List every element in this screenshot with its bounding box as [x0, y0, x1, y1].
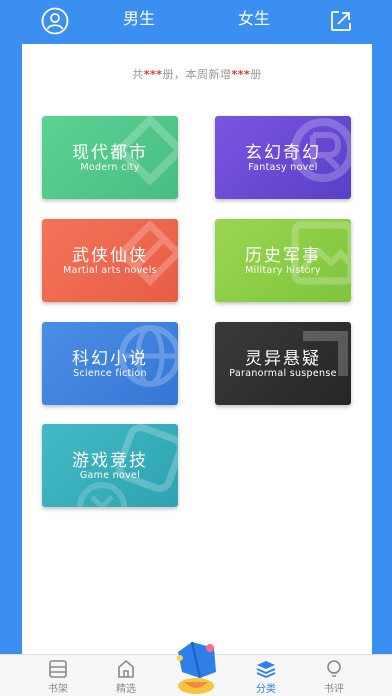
stats-middle: 册，本周新增: [162, 68, 232, 81]
category-panel: 共***册，本周新增***册 现代都市 Modern city 玄幻奇幻 Fan…: [22, 44, 372, 654]
tab-male[interactable]: 男生: [123, 8, 155, 30]
stats-new-count: ***: [231, 68, 251, 81]
category-subtitle: Modern city: [80, 162, 140, 173]
category-military-history[interactable]: 历史军事 Military history: [215, 219, 351, 302]
category-title: 现代都市: [72, 143, 148, 163]
category-paranormal[interactable]: 灵异悬疑 Paranormal suspense: [215, 322, 351, 405]
home-icon: [101, 659, 151, 679]
category-subtitle: Paranormal suspense: [229, 368, 337, 379]
category-fantasy[interactable]: 玄幻奇幻 Fantasy novel: [215, 116, 351, 199]
mascot-icon: [177, 641, 216, 694]
category-title: 历史军事: [245, 246, 321, 266]
category-modern-city[interactable]: 现代都市 Modern city: [42, 116, 178, 199]
category-title: 灵异悬疑: [245, 349, 321, 369]
category-subtitle: Military history: [245, 265, 321, 276]
library-stats: 共***册，本周新增***册: [22, 66, 372, 82]
bulb-icon: [309, 659, 359, 679]
nav-label: 精选: [116, 684, 136, 695]
nav-featured[interactable]: 精选: [101, 659, 151, 695]
category-martial-arts[interactable]: 武侠仙侠 Martial arts novels: [42, 219, 178, 302]
stats-suffix: 册: [250, 68, 262, 81]
tab-female[interactable]: 女生: [238, 8, 270, 30]
category-subtitle: Fantasy novel: [248, 162, 318, 173]
nav-bookshelf[interactable]: 书架: [33, 659, 83, 695]
category-title: 玄幻奇幻: [245, 143, 321, 163]
category-subtitle: Game novel: [79, 470, 141, 481]
center-mascot-button[interactable]: [170, 638, 222, 696]
category-game[interactable]: 游戏竞技 Game novel: [42, 424, 178, 507]
category-subtitle: Science fiction: [73, 368, 147, 379]
stats-total-count: ***: [143, 68, 163, 81]
category-title: 武侠仙侠: [72, 246, 148, 266]
user-profile-icon[interactable]: [40, 6, 70, 36]
nav-category[interactable]: 分类: [241, 659, 291, 695]
category-title: 游戏竞技: [72, 451, 148, 471]
share-arrow-icon[interactable]: [326, 6, 356, 36]
nav-reviews[interactable]: 书评: [309, 659, 359, 695]
target-icon: [77, 482, 127, 507]
category-subtitle: Martial arts novels: [63, 265, 157, 276]
nav-label: 书评: [324, 684, 344, 695]
category-science-fiction[interactable]: 科幻小说 Science fiction: [42, 322, 178, 405]
bookshelf-icon: [33, 659, 83, 679]
nav-label: 书架: [48, 684, 68, 695]
nav-label: 分类: [256, 684, 276, 695]
stats-prefix: 共: [132, 68, 144, 81]
top-bar: 男生 女生: [0, 0, 392, 44]
layers-icon: [241, 659, 291, 679]
category-title: 科幻小说: [72, 349, 148, 369]
